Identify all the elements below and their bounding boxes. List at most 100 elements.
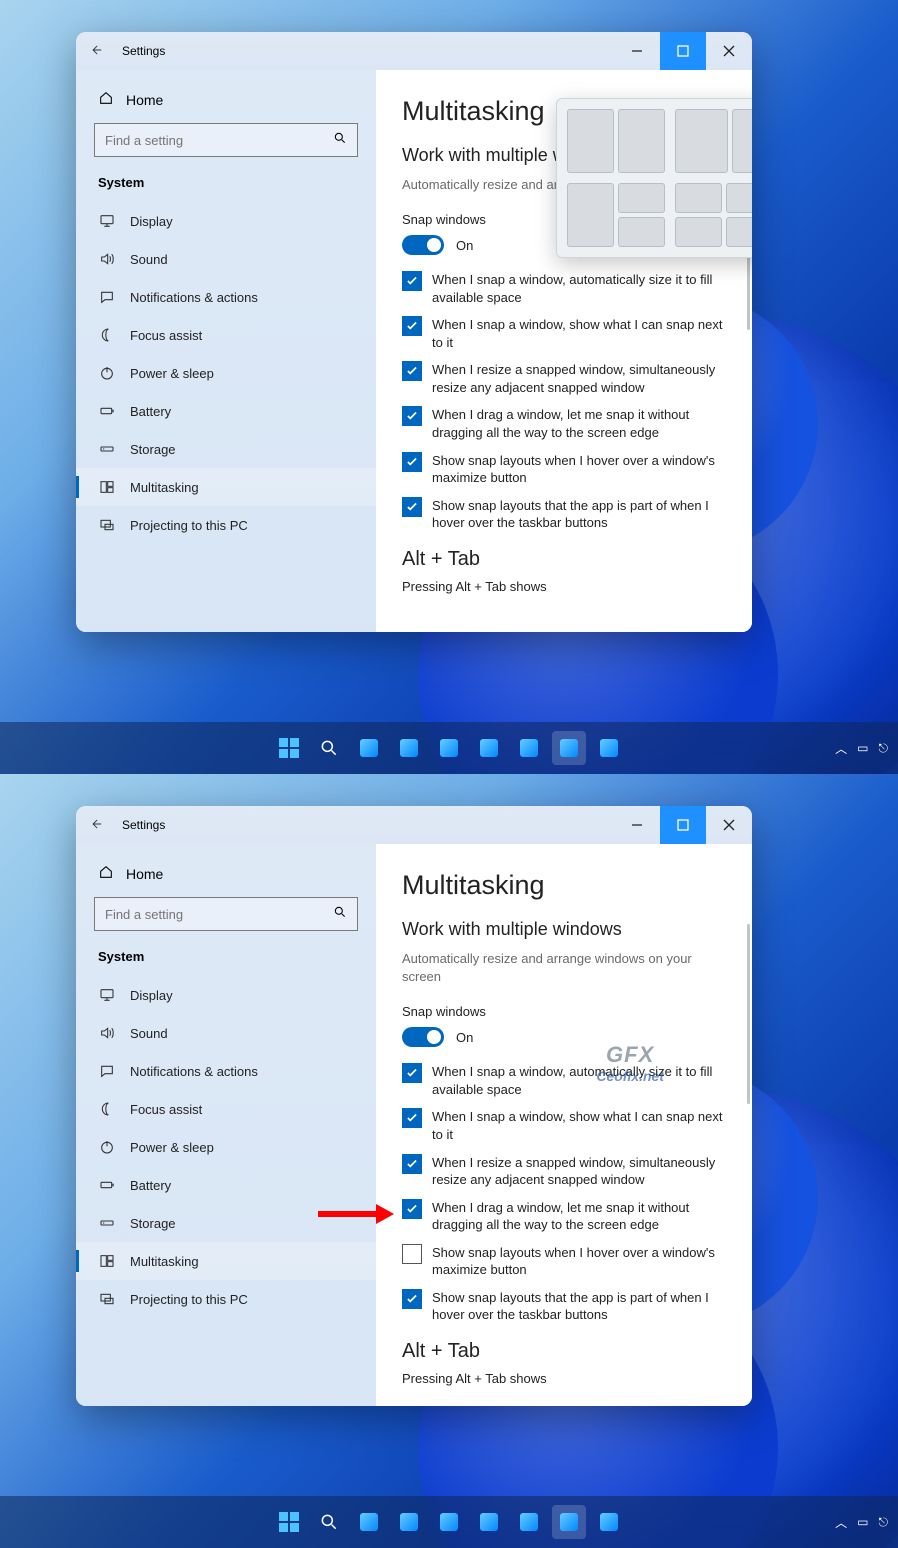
search-input[interactable]	[94, 123, 358, 157]
system-tray[interactable]: ︿ ▭ ⎋	[835, 1514, 888, 1531]
sidebar-item-display[interactable]: Display	[76, 202, 376, 240]
sidebar-item-power-sleep[interactable]: Power & sleep	[76, 354, 376, 392]
minimize-button[interactable]	[614, 32, 660, 70]
checkbox-label: When I drag a window, let me snap it wit…	[432, 1199, 726, 1234]
taskbar-store-icon[interactable]	[472, 731, 506, 765]
sidebar-item-multitasking[interactable]: Multitasking	[76, 468, 376, 506]
section-title: Work with multiple windows	[402, 919, 726, 940]
sidebar-item-display[interactable]: Display	[76, 976, 376, 1014]
taskbar-explorer-icon[interactable]	[432, 731, 466, 765]
taskbar-start-icon[interactable]	[272, 1505, 306, 1539]
checkbox[interactable]	[402, 361, 422, 381]
content-pane: Multitasking Work with multiple win Auto…	[376, 70, 752, 632]
snap-windows-toggle[interactable]	[402, 235, 444, 255]
sidebar-item-multitasking[interactable]: Multitasking	[76, 1242, 376, 1280]
sidebar-item-power-sleep[interactable]: Power & sleep	[76, 1128, 376, 1166]
sidebar-item-sound[interactable]: Sound	[76, 1014, 376, 1052]
checkbox-label: When I snap a window, show what I can sn…	[432, 316, 726, 351]
snap-option-row: When I snap a window, show what I can sn…	[402, 316, 726, 351]
back-button[interactable]	[76, 817, 116, 834]
system-tray[interactable]: ︿ ▭ ⎋	[835, 740, 888, 757]
chat-icon	[98, 289, 116, 305]
sidebar-item-storage[interactable]: Storage	[76, 430, 376, 468]
maximize-button[interactable]	[660, 32, 706, 70]
close-button[interactable]	[706, 806, 752, 844]
battery-icon	[98, 1177, 116, 1193]
checkbox-label: When I resize a snapped window, simultan…	[432, 361, 726, 396]
checkbox[interactable]	[402, 452, 422, 472]
checkbox[interactable]	[402, 1154, 422, 1174]
checkbox[interactable]	[402, 497, 422, 517]
snap-option-row: When I drag a window, let me snap it wit…	[402, 1199, 726, 1234]
power-icon	[98, 1139, 116, 1155]
sidebar-item-label: Battery	[130, 1178, 171, 1193]
snap-windows-toggle[interactable]	[402, 1027, 444, 1047]
chevron-up-icon[interactable]: ︿	[835, 740, 847, 757]
sidebar-home[interactable]: Home	[76, 856, 376, 897]
sidebar-item-label: Multitasking	[130, 1254, 199, 1269]
taskbar-paint-icon[interactable]	[592, 731, 626, 765]
sidebar-item-battery[interactable]: Battery	[76, 392, 376, 430]
alt-tab-text: Pressing Alt + Tab shows	[402, 1371, 726, 1386]
taskbar-start-icon[interactable]	[272, 731, 306, 765]
sidebar-item-projecting-to-this-pc[interactable]: Projecting to this PC	[76, 506, 376, 544]
taskbar-paint-icon[interactable]	[592, 1505, 626, 1539]
maximize-button[interactable]	[660, 806, 706, 844]
search-input[interactable]	[94, 897, 358, 931]
minimize-button[interactable]	[614, 806, 660, 844]
taskbar-edge-icon[interactable]	[512, 1505, 546, 1539]
checkbox[interactable]	[402, 1199, 422, 1219]
taskbar-widgets-icon[interactable]	[392, 1505, 426, 1539]
back-button[interactable]	[76, 43, 116, 60]
taskbar-taskview-icon[interactable]	[352, 731, 386, 765]
taskbar-edge-icon[interactable]	[512, 731, 546, 765]
checkbox-label: Show snap layouts when I hover over a wi…	[432, 1244, 726, 1279]
taskbar-taskview-icon[interactable]	[352, 1505, 386, 1539]
alt-tab-text: Pressing Alt + Tab shows	[402, 579, 726, 594]
window-title: Settings	[116, 44, 165, 58]
sidebar-item-sound[interactable]: Sound	[76, 240, 376, 278]
chevron-up-icon[interactable]: ︿	[835, 1514, 847, 1531]
snap-layouts-flyout[interactable]	[556, 98, 752, 258]
taskbar-explorer-icon[interactable]	[432, 1505, 466, 1539]
sidebar-home[interactable]: Home	[76, 82, 376, 123]
home-icon	[98, 864, 114, 883]
taskbar-settings-icon[interactable]	[552, 731, 586, 765]
checkbox[interactable]	[402, 271, 422, 291]
checkbox-label: When I resize a snapped window, simultan…	[432, 1154, 726, 1189]
snap-option-row: When I snap a window, show what I can sn…	[402, 1108, 726, 1143]
scrollbar[interactable]	[747, 924, 750, 1104]
checkbox[interactable]	[402, 1244, 422, 1264]
checkbox[interactable]	[402, 1063, 422, 1083]
network-tray-icon[interactable]: ⎋	[879, 1515, 889, 1530]
sidebar-item-notifications-actions[interactable]: Notifications & actions	[76, 1052, 376, 1090]
search-field[interactable]	[105, 907, 333, 922]
checkbox-label: Show snap layouts that the app is part o…	[432, 1289, 726, 1324]
close-button[interactable]	[706, 32, 752, 70]
checkbox[interactable]	[402, 1108, 422, 1128]
sidebar-item-label: Focus assist	[130, 1102, 202, 1117]
taskbar-search-icon[interactable]	[312, 1505, 346, 1539]
checkbox[interactable]	[402, 406, 422, 426]
sidebar-item-focus-assist[interactable]: Focus assist	[76, 316, 376, 354]
checkbox[interactable]	[402, 1289, 422, 1309]
taskbar: ︿ ▭ ⎋	[0, 722, 898, 774]
search-field[interactable]	[105, 133, 333, 148]
sidebar-item-label: Storage	[130, 442, 176, 457]
sidebar-item-focus-assist[interactable]: Focus assist	[76, 1090, 376, 1128]
taskbar-settings-icon[interactable]	[552, 1505, 586, 1539]
search-icon	[333, 905, 347, 924]
sidebar-item-notifications-actions[interactable]: Notifications & actions	[76, 278, 376, 316]
taskbar-search-icon[interactable]	[312, 731, 346, 765]
battery-tray-icon[interactable]: ▭	[857, 1515, 868, 1529]
taskbar-store-icon[interactable]	[472, 1505, 506, 1539]
taskbar-widgets-icon[interactable]	[392, 731, 426, 765]
moon-icon	[98, 1101, 116, 1117]
project-icon	[98, 1291, 116, 1307]
titlebar: Settings	[76, 32, 752, 70]
checkbox[interactable]	[402, 316, 422, 336]
sidebar-item-battery[interactable]: Battery	[76, 1166, 376, 1204]
network-tray-icon[interactable]: ⎋	[879, 741, 889, 756]
sidebar-item-projecting-to-this-pc[interactable]: Projecting to this PC	[76, 1280, 376, 1318]
battery-tray-icon[interactable]: ▭	[857, 741, 868, 755]
